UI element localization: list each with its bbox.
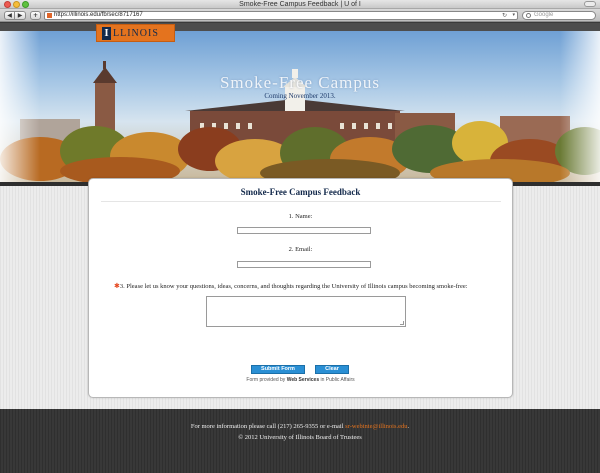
- address-text: https://illinois.edu/fb/sec/8717167: [54, 12, 143, 18]
- footer-contact-end: .: [407, 423, 410, 430]
- submit-form-button[interactable]: Submit Form: [251, 365, 305, 374]
- feedback-textarea[interactable]: [206, 296, 406, 327]
- page-footer: For more information please call (217) 2…: [0, 409, 600, 473]
- footer-copyright: © 2012 University of Illinois Board of T…: [238, 434, 362, 441]
- logo-block-i: I: [102, 27, 111, 40]
- reload-icon[interactable]: ↻: [502, 12, 507, 19]
- web-services-link[interactable]: Web Services: [287, 377, 319, 383]
- favicon-icon: [47, 13, 52, 18]
- banner-fade-left: [0, 31, 40, 182]
- name-field[interactable]: [237, 227, 371, 234]
- window-titlebar: Smoke-Free Campus Feedback | U of I: [0, 0, 600, 9]
- email-field[interactable]: [237, 261, 371, 268]
- banner-fade-right: [560, 31, 600, 182]
- email-label: 2. Email:: [288, 246, 313, 253]
- campus-photo: [0, 61, 600, 182]
- illinois-logo[interactable]: I LLINOIS: [96, 24, 175, 42]
- window-title: Smoke-Free Campus Feedback | U of I: [239, 1, 361, 8]
- address-bar[interactable]: https://illinois.edu/fb/sec/8717167 ↻ ▾: [44, 11, 518, 20]
- footer-email-link[interactable]: sr-webinte@illinois.edu: [345, 423, 407, 430]
- feedback-question: ✱3. Please let us know your questions, i…: [114, 282, 468, 290]
- feedback-form-card: Smoke-Free Campus Feedback 1. Name: 2. E…: [88, 178, 513, 398]
- form-credit-prefix: Form provided by: [246, 377, 287, 383]
- logo-wordmark: LLINOIS: [113, 28, 159, 39]
- form-credit-suffix: in Public Affairs: [319, 377, 355, 383]
- name-label: 1. Name:: [288, 213, 313, 220]
- search-placeholder: Google: [534, 12, 554, 18]
- campus-banner: Smoke-Free Campus Coming November 2013.: [0, 31, 600, 182]
- forward-button[interactable]: ▶: [15, 11, 26, 20]
- banner-title: Smoke-Free Campus: [219, 73, 381, 92]
- footer-contact: For more information please call (217) 2…: [0, 423, 600, 430]
- toolbar-toggle-button[interactable]: [584, 1, 596, 7]
- banner-subtitle: Coming November 2013.: [264, 92, 336, 100]
- search-icon: [526, 13, 531, 18]
- footer-contact-text: For more information please call (217) 2…: [190, 423, 346, 430]
- title-divider: [101, 201, 501, 202]
- search-field[interactable]: Google: [522, 11, 596, 20]
- resize-grip-icon[interactable]: [400, 321, 404, 325]
- browser-toolbar: ◀ ▶ + https://illinois.edu/fb/sec/871716…: [0, 9, 600, 22]
- chevron-down-icon[interactable]: ▾: [512, 12, 515, 19]
- back-button[interactable]: ◀: [4, 11, 15, 20]
- top-strip: [0, 23, 600, 31]
- form-credit: Form provided by Web Services in Public …: [89, 377, 512, 383]
- add-bookmark-button[interactable]: +: [30, 11, 41, 20]
- feedback-label: 3. Please let us know your questions, id…: [119, 283, 468, 290]
- clear-button[interactable]: Clear: [315, 365, 349, 374]
- form-title: Smoke-Free Campus Feedback: [240, 187, 361, 197]
